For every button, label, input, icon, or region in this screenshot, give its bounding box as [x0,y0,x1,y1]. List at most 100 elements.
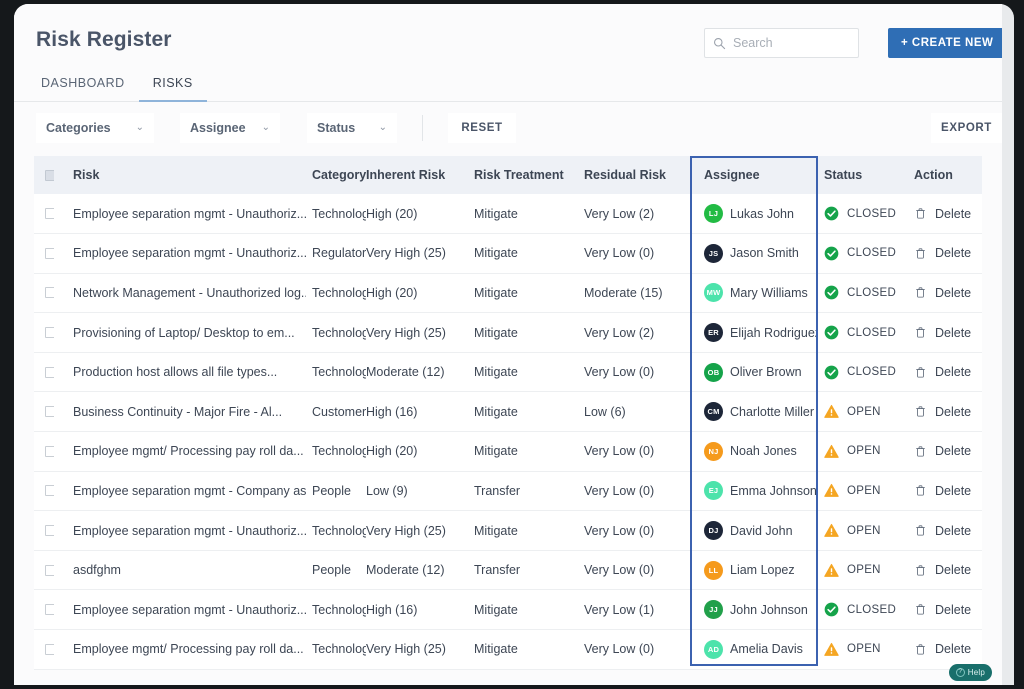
avatar: ER [704,323,723,343]
row-select-cell [34,510,54,551]
assignee-name: Jason Smith [730,246,799,261]
filter-status-dropdown[interactable]: Status ⌄ [307,113,397,143]
cell-action: Delete [910,194,982,235]
row-checkbox[interactable] [45,564,54,576]
filter-assignee-dropdown[interactable]: Assignee ⌄ [180,113,280,143]
row-checkbox[interactable] [45,406,54,418]
table-row[interactable]: Employee separation mgmt - Unauthoriz...… [34,510,982,551]
column-header-risk[interactable]: Risk [54,156,306,194]
row-checkbox[interactable] [45,643,54,655]
table-row[interactable]: Employee separation mgmt - Unauthoriz...… [34,233,982,274]
assignee-name: Elijah Rodriguez [730,325,818,340]
delete-button[interactable]: Delete [910,524,982,538]
trash-icon [916,287,925,299]
cell-status: CLOSED [818,194,910,235]
table-row[interactable]: Employee separation mgmt - Unauthoriz...… [34,194,982,235]
table-header-row: Risk Category Inherent Risk Risk Treatme… [34,156,982,194]
status-badge: CLOSED [847,603,897,616]
search-icon [714,37,726,49]
table-row[interactable]: Network Management - Unauthorized log...… [34,273,982,314]
delete-label: Delete [935,246,972,261]
open-warning-icon [824,523,839,537]
cell-risk: asdfghm [54,550,306,591]
status-badge: OPEN [847,445,881,458]
row-checkbox[interactable] [45,247,54,259]
row-checkbox[interactable] [45,366,54,378]
table-row[interactable]: Production host allows all file types...… [34,352,982,393]
row-checkbox[interactable] [45,485,54,497]
avatar: JJ [704,600,723,620]
cell-category: Customer [306,391,366,433]
row-checkbox[interactable] [45,327,54,339]
cell-residual-risk: Very Low (2) [584,312,690,353]
create-new-button[interactable]: + CREATE NEW [888,28,1002,58]
export-button[interactable]: EXPORT [931,113,1002,143]
delete-button[interactable]: Delete [910,207,982,221]
delete-button[interactable]: Delete [910,286,982,300]
row-select-cell [34,391,54,433]
delete-button[interactable]: Delete [910,484,982,498]
cell-assignee: JJ John Johnson [690,589,818,631]
delete-button[interactable]: Delete [910,246,982,260]
reset-button[interactable]: RESET [448,113,516,143]
chevron-down-icon: ⌄ [378,122,387,133]
delete-button[interactable]: Delete [910,365,982,379]
column-header-action[interactable]: Action [910,156,982,194]
chevron-down-icon: ⌄ [261,122,270,133]
cell-assignee: ER Elijah Rodriguez [690,312,818,353]
column-header-residual-risk[interactable]: Residual Risk [584,156,690,194]
table-row[interactable]: asdfghm People Moderate (12) Transfer Very L… [34,550,982,591]
table-row[interactable]: Employee mgmt/ Processing pay roll da...… [34,431,982,472]
avatar: CM [704,402,723,422]
help-button[interactable]: ? Help [948,664,992,681]
cell-risk-treatment: Mitigate [474,273,584,314]
closed-check-icon [824,246,839,261]
column-header-assignee[interactable]: Assignee [690,156,818,194]
table-row[interactable]: Business Continuity - Major Fire - Al...… [34,391,982,433]
delete-button[interactable]: Delete [910,563,982,577]
risk-name: Employee separation mgmt - Unauthoriz... [73,523,306,538]
delete-button[interactable]: Delete [910,444,982,458]
search-input[interactable] [733,29,850,57]
cell-action: Delete [910,431,982,472]
open-warning-icon [824,405,839,419]
column-header-risk-treatment[interactable]: Risk Treatment [474,156,584,194]
filter-status-label: Status [317,121,356,135]
cell-assignee: LL Liam Lopez [690,550,818,591]
cell-residual-risk: Very Low (0) [584,352,690,393]
cell-status: OPEN [818,431,910,472]
delete-button[interactable]: Delete [910,405,982,419]
column-header-category[interactable]: Category [306,156,366,194]
tab-dashboard[interactable]: DASHBOARD [36,76,139,102]
row-select-cell [34,629,54,670]
search-box[interactable] [704,28,859,58]
cell-assignee: LJ Lukas John [690,194,818,235]
delete-button[interactable]: Delete [910,603,982,617]
trash-icon [916,327,925,338]
column-header-inherent-risk[interactable]: Inherent Risk [366,156,474,194]
row-checkbox[interactable] [45,208,54,220]
open-warning-icon [824,642,839,656]
assignee-name: Charlotte Miller [730,404,815,419]
cell-status: CLOSED [818,312,910,353]
row-checkbox[interactable] [45,525,54,537]
row-checkbox[interactable] [45,445,54,457]
table-row[interactable]: Employee separation mgmt - Company as...… [34,471,982,512]
cell-action: Delete [910,510,982,551]
tab-risks[interactable]: RISKS [138,76,207,102]
row-checkbox[interactable] [45,604,54,616]
cell-inherent-risk: High (16) [366,391,474,433]
filter-categories-dropdown[interactable]: Categories ⌄ [36,113,154,143]
cell-inherent-risk: High (20) [366,431,474,472]
status-badge: CLOSED [847,326,897,339]
delete-button[interactable]: Delete [910,642,982,656]
row-checkbox[interactable] [45,287,54,299]
delete-button[interactable]: Delete [910,326,982,340]
trash-icon [916,565,925,576]
table-row[interactable]: Employee separation mgmt - Unauthoriz...… [34,589,982,631]
cell-residual-risk: Very Low (0) [584,233,690,274]
table-row[interactable]: Employee mgmt/ Processing pay roll da...… [34,629,982,670]
table-row[interactable]: Provisioning of Laptop/ Desktop to em...… [34,312,982,353]
column-header-status[interactable]: Status [818,156,910,194]
cell-status: CLOSED [818,273,910,314]
